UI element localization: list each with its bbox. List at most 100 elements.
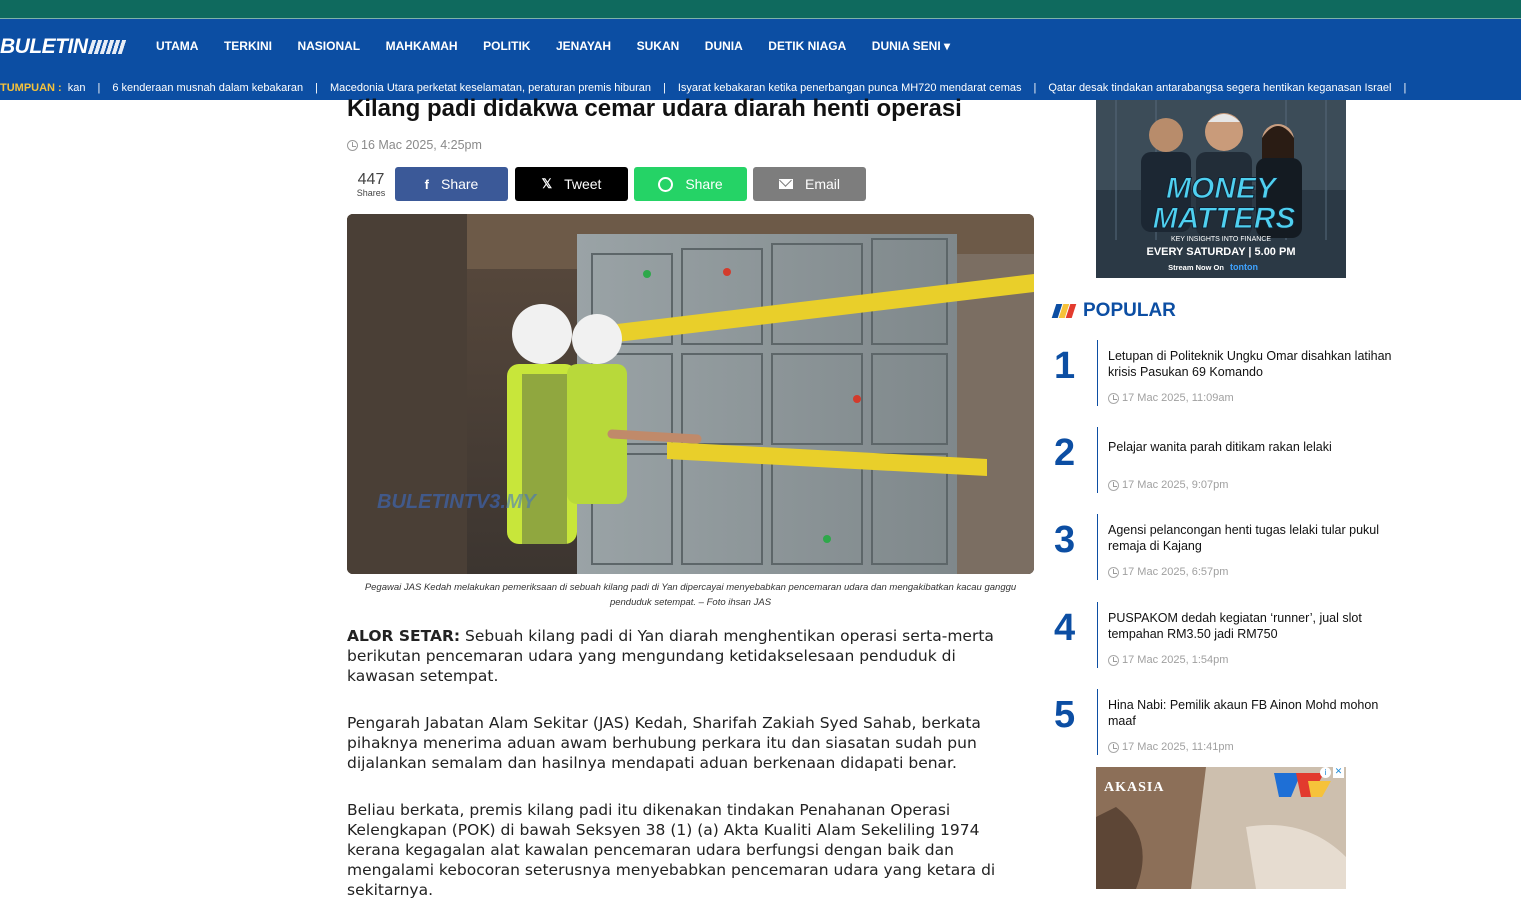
popular-header: POPULAR bbox=[1051, 300, 1176, 322]
top-strip bbox=[0, 0, 1521, 19]
popular-item-date-text: 17 Mac 2025, 11:41pm bbox=[1122, 741, 1234, 753]
clock-icon bbox=[1108, 392, 1119, 404]
popular-item[interactable]: 5 Hina Nabi: Pemilik akaun FB Ainon Mohd… bbox=[1054, 689, 1394, 764]
nav-item-sukan[interactable]: SUKAN bbox=[637, 39, 680, 53]
ticker-item[interactable]: Qatar desak tindakan antarabangsa segera… bbox=[1048, 82, 1391, 94]
ticker-separator: | bbox=[1403, 82, 1407, 94]
image-caption: Pegawai JAS Kedah melakukan pemeriksaan … bbox=[364, 582, 1017, 608]
facebook-share-label: Share bbox=[440, 176, 479, 192]
popular-item[interactable]: 1 Letupan di Politeknik Ungku Omar disah… bbox=[1054, 340, 1394, 415]
popular-title: POPULAR bbox=[1083, 300, 1176, 321]
ad-schedule: EVERY SATURDAY | 5.00 PM bbox=[1147, 246, 1296, 258]
share-count-label: Shares bbox=[356, 188, 386, 198]
article-date: 16 Mac 2025, 4:25pm bbox=[347, 138, 482, 152]
email-icon bbox=[778, 179, 793, 189]
ticker-label: TUMPUAN : bbox=[0, 82, 62, 94]
twitter-tweet-button[interactable]: 𝕏 Tweet bbox=[515, 167, 628, 201]
ticker-item[interactable]: Macedonia Utara perketat keselamatan, pe… bbox=[330, 82, 651, 94]
nav-item-terkini[interactable]: TERKINI bbox=[224, 39, 272, 53]
ad-brand: tonton bbox=[1230, 262, 1258, 272]
ticker-item[interactable]: kan bbox=[68, 82, 86, 94]
share-count: 447 Shares bbox=[350, 171, 392, 198]
ad-headline-2: MATTERS bbox=[1153, 202, 1296, 235]
popular-item-date-text: 17 Mac 2025, 6:57pm bbox=[1122, 566, 1229, 578]
popular-item-date: 17 Mac 2025, 1:54pm bbox=[1108, 654, 1228, 666]
popular-item-title[interactable]: Pelajar wanita parah ditikam rakan lelak… bbox=[1108, 439, 1393, 455]
ad-stream: Stream Now On bbox=[1168, 263, 1224, 272]
popular-rank: 1 bbox=[1054, 345, 1076, 387]
popular-divider bbox=[1097, 340, 1098, 406]
ticker-item[interactable]: 6 kenderaan musnah dalam kebakaran bbox=[112, 82, 303, 94]
whatsapp-icon bbox=[658, 176, 674, 192]
email-share-button[interactable]: Email bbox=[753, 167, 866, 201]
share-count-number: 447 bbox=[357, 171, 385, 188]
ticker-separator: | bbox=[1033, 82, 1037, 94]
clock-icon bbox=[347, 139, 358, 151]
email-share-label: Email bbox=[804, 176, 840, 192]
logo-text: BULETIN bbox=[0, 35, 88, 58]
nav-item-politik[interactable]: POLITIK bbox=[483, 39, 530, 53]
nav-item-utama[interactable]: UTAMA bbox=[156, 39, 198, 53]
akasia-ad[interactable]: AKASIA i ✕ bbox=[1096, 767, 1346, 889]
popular-flag-icon bbox=[1051, 304, 1077, 318]
popular-item-date-text: 17 Mac 2025, 11:09am bbox=[1122, 392, 1234, 404]
clock-icon bbox=[1108, 479, 1119, 491]
popular-item[interactable]: 4 PUSPAKOM dedah kegiatan ‘runner’, jual… bbox=[1054, 602, 1394, 677]
image-watermark: BULETINTV3.MY bbox=[377, 491, 538, 513]
ticker-separator: | bbox=[663, 82, 666, 94]
whatsapp-share-label: Share bbox=[685, 176, 723, 192]
clock-icon bbox=[1108, 654, 1119, 666]
popular-item-date: 17 Mac 2025, 11:41pm bbox=[1108, 741, 1234, 753]
popular-rank: 5 bbox=[1054, 694, 1076, 736]
nav-item-dunia-seni[interactable]: DUNIA SENI ▾ bbox=[872, 39, 950, 53]
article-dateline: ALOR SETAR: bbox=[347, 627, 461, 645]
ad-title: AKASIA bbox=[1104, 780, 1165, 795]
popular-item-date-text: 17 Mac 2025, 9:07pm bbox=[1122, 479, 1229, 491]
article-paragraph-1: ALOR SETAR: Sebuah kilang padi di Yan di… bbox=[347, 626, 1017, 686]
article-title: Kilang padi didakwa cemar udara diarah h… bbox=[347, 95, 962, 122]
site-logo[interactable]: BULETIN bbox=[0, 35, 126, 59]
popular-divider bbox=[1097, 427, 1098, 493]
facebook-icon: f bbox=[424, 176, 429, 192]
ad-headline-1: MONEY bbox=[1166, 172, 1279, 205]
clock-icon bbox=[1108, 566, 1119, 578]
money-matters-ad[interactable]: MONEY MATTERS KEY INSIGHTS INTO FINANCE … bbox=[1096, 100, 1346, 278]
popular-item[interactable]: 2 Pelajar wanita parah ditikam rakan lel… bbox=[1054, 427, 1394, 502]
nav-item-dunia[interactable]: DUNIA bbox=[705, 39, 743, 53]
popular-rank: 3 bbox=[1054, 519, 1076, 561]
article-date-text: 16 Mac 2025, 4:25pm bbox=[361, 138, 482, 152]
article-paragraph-3: Beliau berkata, premis kilang padi itu d… bbox=[347, 801, 996, 899]
twitter-tweet-label: Tweet bbox=[564, 176, 602, 192]
nav-item-detik-niaga[interactable]: DETIK NIAGA bbox=[768, 39, 846, 53]
popular-item-date-text: 17 Mac 2025, 1:54pm bbox=[1122, 654, 1229, 666]
ad-close-icon[interactable]: ✕ bbox=[1333, 767, 1344, 778]
popular-item-date: 17 Mac 2025, 11:09am bbox=[1108, 392, 1234, 404]
nav-item-mahkamah[interactable]: MAHKAMAH bbox=[386, 39, 458, 53]
ad-info-icon[interactable]: i bbox=[1320, 767, 1331, 778]
x-icon: 𝕏 bbox=[541, 176, 553, 191]
ticker-separator: | bbox=[97, 82, 101, 94]
main-navbar: BULETIN UTAMA TERKINI NASIONAL MAHKAMAH … bbox=[0, 19, 1521, 76]
popular-item[interactable]: 3 Agensi pelancongan henti tugas lelaki … bbox=[1054, 514, 1394, 589]
popular-item-title[interactable]: Hina Nabi: Pemilik akaun FB Ainon Mohd m… bbox=[1108, 697, 1393, 729]
popular-divider bbox=[1097, 602, 1098, 668]
logo-mark-icon bbox=[87, 40, 126, 54]
popular-divider bbox=[1097, 689, 1098, 755]
popular-item-date: 17 Mac 2025, 9:07pm bbox=[1108, 479, 1228, 491]
facebook-share-button[interactable]: f Share bbox=[395, 167, 508, 201]
article-paragraph-2: Pengarah Jabatan Alam Sekitar (JAS) Keda… bbox=[347, 714, 981, 772]
popular-item-date: 17 Mac 2025, 6:57pm bbox=[1108, 566, 1228, 578]
popular-item-title[interactable]: PUSPAKOM dedah kegiatan ‘runner’, jual s… bbox=[1108, 610, 1393, 642]
nav-item-jenayah[interactable]: JENAYAH bbox=[556, 39, 611, 53]
popular-item-title[interactable]: Letupan di Politeknik Ungku Omar disahka… bbox=[1108, 348, 1393, 380]
nav-menu: UTAMA TERKINI NASIONAL MAHKAMAH POLITIK … bbox=[156, 39, 976, 53]
popular-divider bbox=[1097, 514, 1098, 580]
popular-rank: 4 bbox=[1054, 607, 1076, 649]
popular-item-title[interactable]: Agensi pelancongan henti tugas lelaki tu… bbox=[1108, 522, 1393, 554]
clock-icon bbox=[1108, 741, 1119, 753]
nav-item-nasional[interactable]: NASIONAL bbox=[297, 39, 360, 53]
popular-rank: 2 bbox=[1054, 432, 1076, 474]
article-hero-image: BULETINTV3.MY bbox=[347, 214, 1034, 574]
ticker-item[interactable]: Isyarat kebakaran ketika penerbangan pun… bbox=[678, 82, 1022, 94]
whatsapp-share-button[interactable]: Share bbox=[634, 167, 747, 201]
